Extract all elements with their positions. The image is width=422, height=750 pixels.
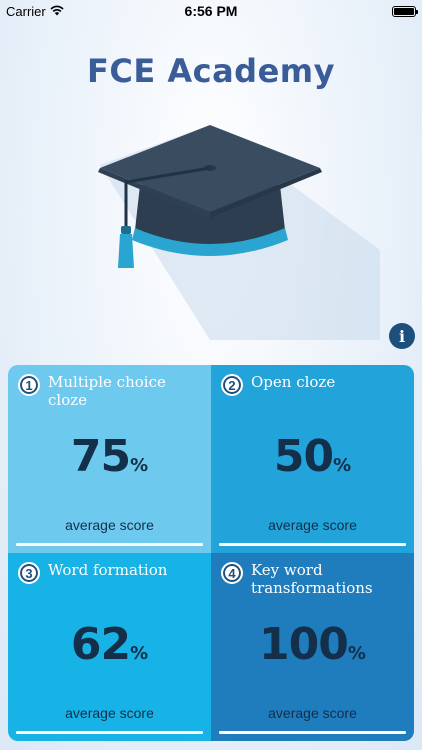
tile-header: 1 Multiple choice cloze [18,373,203,409]
info-icon: i [398,326,406,346]
tile-open-cloze[interactable]: 2 Open cloze 50% average score [211,365,414,553]
exercise-grid: 1 Multiple choice cloze 75% average scor… [8,365,414,741]
average-score-label: average score [65,705,154,721]
progress-fill [219,731,406,734]
number-badge: 3 [18,562,40,584]
score-unit: % [130,455,149,476]
score-unit: % [333,455,352,476]
tile-header: 2 Open cloze [221,373,406,396]
tile-title: Key word transformations [251,561,373,597]
tile-header: 3 Word formation [18,561,203,584]
score: 100% [211,619,414,670]
progress-fill [16,543,203,546]
progress-fill [16,731,203,734]
score-value: 75 [70,431,131,482]
progress-fill [219,543,406,546]
number-badge: 2 [221,374,243,396]
average-score-label: average score [268,705,357,721]
score: 75% [8,431,211,482]
score-value: 62 [70,619,131,670]
tile-multiple-choice-cloze[interactable]: 1 Multiple choice cloze 75% average scor… [8,365,211,553]
battery-level [394,7,414,15]
score-unit: % [130,643,149,664]
score-unit: % [347,643,366,664]
progress-bar [219,543,406,546]
score: 50% [211,431,414,482]
battery-icon [392,5,418,17]
tile-key-word-transformations[interactable]: 4 Key word transformations 100% average … [211,553,414,741]
tile-title: Word formation [48,561,168,579]
score-value: 100 [259,619,349,670]
tile-header: 4 Key word transformations [221,561,406,597]
status-bar: Carrier 6:56 PM [0,0,422,22]
tile-word-formation[interactable]: 3 Word formation 62% average score [8,553,211,741]
status-time: 6:56 PM [184,3,238,19]
number-badge: 4 [221,562,243,584]
tile-title: Multiple choice cloze [48,373,166,409]
tile-title: Open cloze [251,373,336,391]
progress-bar [16,731,203,734]
app-title: FCE Academy [87,52,335,90]
progress-bar [219,731,406,734]
score: 62% [8,619,211,670]
progress-bar [16,543,203,546]
number-badge: 1 [18,374,40,396]
average-score-label: average score [268,517,357,533]
graduation-cap-icon [60,110,380,340]
average-score-label: average score [65,517,154,533]
score-value: 50 [273,431,334,482]
info-button[interactable]: i [389,323,415,349]
